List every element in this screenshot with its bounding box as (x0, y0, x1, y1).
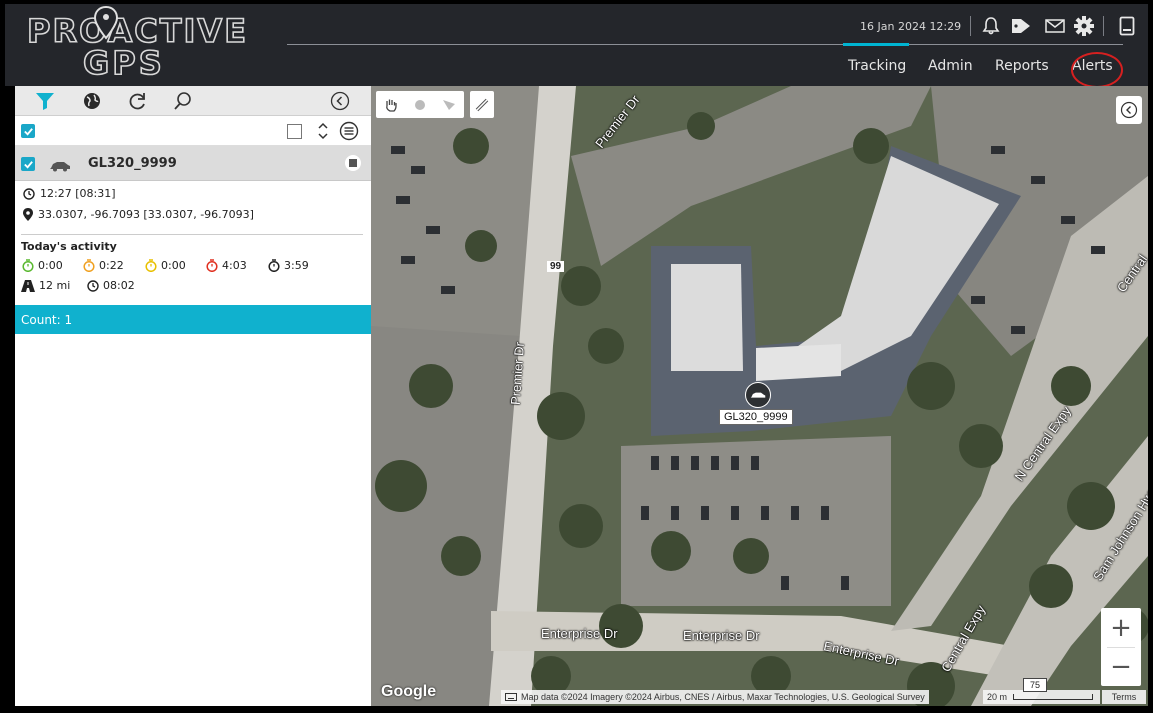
timer-value: 0:00 (38, 259, 63, 272)
globe-icon[interactable] (81, 90, 103, 112)
stopwatch-icon (268, 259, 280, 272)
distance-line: 12 mi (21, 279, 70, 292)
app-header: PROACTIVE GPS 16 Jan 2024 12:29 Tracking… (5, 4, 1148, 88)
filter-icon[interactable] (34, 90, 56, 112)
scale-bar (1013, 694, 1094, 700)
highway-shield-75: 75 (1023, 678, 1047, 692)
proactive-gps-logo[interactable]: PROACTIVE GPS (26, 6, 267, 83)
vehicle-details: 12:27 [08:31] 33.0307, -96.7093 [33.0307… (15, 181, 371, 305)
select-all-checkbox[interactable] (21, 124, 35, 138)
select-all-row (15, 116, 371, 146)
stopwatch-icon (206, 259, 218, 272)
duration-value: 08:02 (103, 279, 135, 292)
tag-icon[interactable] (1009, 14, 1033, 38)
vehicle-name: GL320_9999 (88, 156, 177, 171)
activity-timer-orange: 0:22 (83, 259, 124, 272)
activity-timer-yellow: 0:00 (145, 259, 186, 272)
map-attribution[interactable]: Map data ©2024 Imagery ©2024 Airbus, CNE… (501, 690, 929, 704)
collapse-map-panel-icon[interactable] (1116, 96, 1142, 124)
zoom-out-button[interactable]: − (1101, 647, 1141, 686)
satellite-map[interactable]: Premier Dr Premier Dr Enterprise Dr Ente… (371, 86, 1148, 706)
street-label-enterprise-dr: Enterprise Dr (683, 628, 760, 643)
gear-icon[interactable] (1072, 14, 1096, 38)
vehicle-marker-label: GL320_9999 (719, 409, 793, 425)
activity-title: Today's activity (21, 240, 117, 253)
list-menu-icon[interactable] (339, 121, 359, 145)
attribution-text: Map data ©2024 Imagery ©2024 Airbus, CNE… (521, 692, 925, 702)
car-icon (750, 392, 766, 398)
clock-icon (87, 279, 99, 292)
last-update-line: 12:27 [08:31] (23, 187, 115, 200)
stop-status-icon (345, 155, 361, 171)
details-divider (21, 234, 363, 235)
activity-timer-black: 3:59 (268, 259, 309, 272)
draw-polygon-icon[interactable] (441, 98, 457, 112)
header-divider (287, 44, 1123, 45)
zoom-in-button[interactable]: + (1101, 608, 1141, 647)
vehicle-sidebar: GL320_9999 12:27 [08:31] 33.0307, -96.70… (15, 86, 371, 706)
alerts-highlight-circle (1071, 52, 1123, 88)
terms-link[interactable]: Terms (1102, 690, 1146, 704)
timer-value: 3:59 (284, 259, 309, 272)
sidebar-toolbar (15, 86, 371, 116)
scale-text: 20 m (987, 692, 1008, 702)
vehicle-count-bar: Count: 1 (15, 305, 371, 334)
road-icon (21, 279, 35, 292)
stopwatch-icon (145, 259, 157, 272)
last-update-time: 12:27 [08:31] (40, 187, 116, 200)
logo-text-bottom: GPS (82, 43, 165, 83)
sort-icon[interactable] (317, 121, 329, 145)
timer-value: 0:22 (99, 259, 124, 272)
header-separator (970, 16, 971, 36)
refresh-icon[interactable] (127, 90, 149, 112)
nav-reports[interactable]: Reports (995, 58, 1049, 74)
route-shield-99: 99 (547, 261, 565, 272)
draw-circle-icon[interactable] (413, 98, 427, 112)
collapse-sidebar-icon[interactable] (329, 90, 351, 112)
keyboard-icon[interactable] (505, 693, 517, 701)
ruler-icon[interactable] (470, 91, 494, 118)
location-coords: 33.0307, -96.7093 [33.0307, -96.7093] (38, 208, 254, 221)
vehicle-checkbox[interactable] (21, 157, 35, 171)
nav-tracking[interactable]: Tracking (848, 58, 906, 74)
hand-pan-icon[interactable] (383, 97, 399, 113)
duration-line: 08:02 (87, 279, 135, 292)
stopwatch-icon (22, 259, 34, 272)
search-icon[interactable] (172, 90, 194, 112)
distance-value: 12 mi (39, 279, 71, 292)
zoom-controls: + − (1101, 608, 1141, 686)
location-pin-icon (93, 6, 119, 40)
mail-icon[interactable] (1043, 14, 1067, 38)
active-tab-indicator (843, 43, 909, 46)
deselect-box[interactable] (287, 124, 302, 139)
clock-icon (23, 187, 35, 200)
activity-timer-green: 0:00 (22, 259, 63, 272)
street-label-enterprise-dr: Enterprise Dr (541, 626, 618, 641)
header-separator (1103, 16, 1104, 36)
location-line: 33.0307, -96.7093 [33.0307, -96.7093] (23, 208, 254, 221)
car-icon (49, 157, 71, 176)
device-icon[interactable] (1115, 14, 1139, 38)
map-pin-icon (23, 208, 33, 221)
map-drawing-tools (376, 91, 464, 118)
vehicle-count: Count: 1 (21, 313, 73, 327)
timer-value: 4:03 (222, 259, 247, 272)
stopwatch-icon (83, 259, 95, 272)
current-datetime: 16 Jan 2024 12:29 (860, 20, 962, 33)
bell-icon[interactable] (979, 14, 1003, 38)
nav-admin[interactable]: Admin (928, 58, 973, 74)
google-logo: Google (381, 683, 437, 700)
map-scale[interactable]: 20 m (983, 690, 1100, 704)
vehicle-map-marker[interactable] (745, 382, 771, 408)
activity-timer-red: 4:03 (206, 259, 247, 272)
vehicle-list-item[interactable]: GL320_9999 (15, 146, 371, 181)
timer-value: 0:00 (161, 259, 186, 272)
